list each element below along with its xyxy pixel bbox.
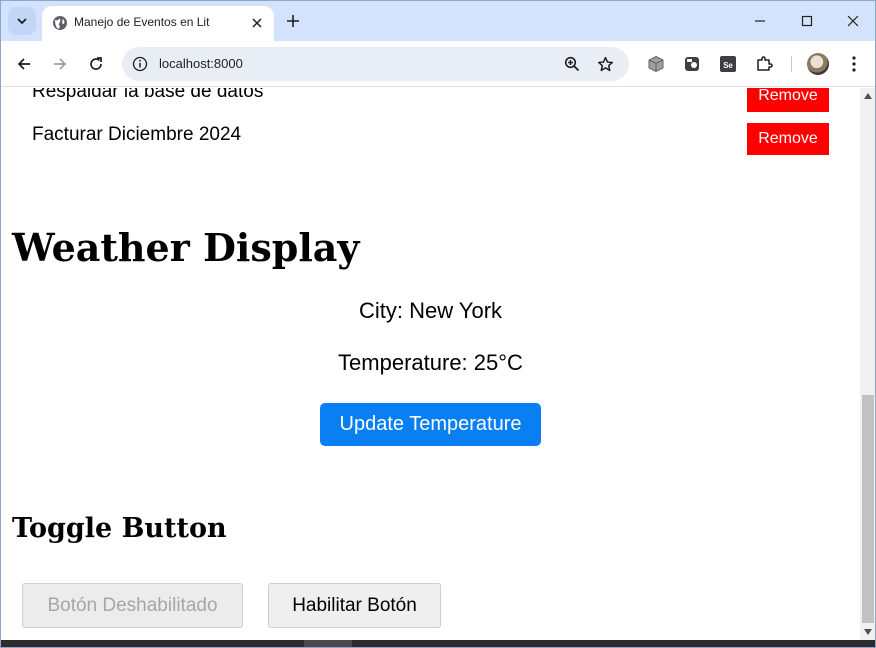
browser-toolbar: localhost:8000 Se bbox=[1, 41, 875, 87]
reload-icon bbox=[90, 57, 102, 70]
arrow-left-icon bbox=[17, 58, 30, 70]
scroll-up-button[interactable] bbox=[860, 88, 875, 104]
todo-item: Respaldar la base de datos Remove bbox=[1, 88, 860, 112]
taskbar-active-item[interactable] bbox=[304, 640, 352, 647]
svg-text:Se: Se bbox=[723, 61, 733, 70]
scroll-thumb[interactable] bbox=[862, 395, 874, 623]
close-window-button[interactable] bbox=[839, 7, 867, 35]
minimize-icon bbox=[755, 20, 765, 22]
enable-button[interactable]: Habilitar Botón bbox=[268, 583, 441, 628]
page-viewport: Respaldar la base de datos Remove Factur… bbox=[1, 88, 860, 640]
tab-close-button[interactable] bbox=[247, 13, 267, 33]
star-icon bbox=[597, 56, 613, 71]
weather-heading: Weather Display bbox=[12, 225, 360, 270]
temperature-text: Temperature: 25°C bbox=[338, 350, 523, 375]
todo-text: Respaldar la base de datos bbox=[32, 88, 264, 102]
chevron-down-icon bbox=[17, 18, 27, 25]
remove-button[interactable]: Remove bbox=[747, 123, 829, 155]
menu-button[interactable] bbox=[843, 53, 865, 75]
update-temperature-button[interactable]: Update Temperature bbox=[320, 403, 541, 446]
site-info-button[interactable] bbox=[130, 54, 150, 74]
maximize-button[interactable] bbox=[793, 7, 821, 35]
plus-icon bbox=[287, 15, 299, 27]
app-extension-icon bbox=[685, 57, 699, 71]
profile-avatar[interactable] bbox=[807, 53, 829, 75]
new-tab-button[interactable] bbox=[281, 9, 305, 33]
triangle-up-icon bbox=[864, 93, 872, 99]
puzzle-icon bbox=[757, 56, 773, 71]
tab-search-button[interactable] bbox=[8, 7, 36, 35]
close-icon bbox=[847, 15, 859, 27]
triangle-down-icon bbox=[864, 629, 872, 635]
reload-button[interactable] bbox=[82, 50, 110, 78]
toggle-heading: Toggle Button bbox=[12, 513, 227, 544]
globe-icon bbox=[53, 16, 67, 30]
todo-item: Facturar Diciembre 2024 Remove bbox=[1, 122, 860, 156]
cube-icon bbox=[648, 55, 664, 73]
info-icon bbox=[132, 56, 148, 72]
active-tab[interactable]: Manejo de Eventos en Lit bbox=[42, 6, 274, 41]
extensions-button[interactable] bbox=[753, 53, 775, 75]
selenium-icon: Se bbox=[720, 56, 736, 72]
forward-button[interactable] bbox=[46, 50, 74, 78]
minimize-button[interactable] bbox=[746, 7, 774, 35]
toolbar-separator bbox=[791, 56, 792, 72]
extension-puzzle-app[interactable] bbox=[681, 53, 703, 75]
kebab-menu-icon bbox=[852, 56, 856, 72]
remove-button[interactable]: Remove bbox=[747, 88, 829, 112]
address-bar[interactable]: localhost:8000 bbox=[122, 47, 629, 81]
maximize-icon bbox=[801, 15, 813, 27]
taskbar bbox=[1, 640, 875, 647]
url-text: localhost:8000 bbox=[159, 56, 243, 71]
back-button[interactable] bbox=[10, 50, 38, 78]
zoom-in-icon bbox=[564, 56, 580, 72]
tab-strip: Manejo de Eventos en Lit bbox=[1, 1, 875, 41]
city-text: City: New York bbox=[358, 298, 503, 323]
extension-cube[interactable] bbox=[645, 53, 667, 75]
zoom-button[interactable] bbox=[562, 54, 582, 74]
bookmark-button[interactable] bbox=[595, 54, 615, 74]
arrow-right-icon bbox=[54, 58, 67, 70]
close-icon bbox=[252, 18, 262, 28]
browser-window: Manejo de Eventos en Lit localhost:8000 … bbox=[0, 0, 876, 648]
scroll-down-button[interactable] bbox=[860, 624, 875, 640]
disabled-button: Botón Deshabilitado bbox=[22, 583, 243, 628]
tab-title: Manejo de Eventos en Lit bbox=[74, 15, 210, 29]
extension-selenium[interactable]: Se bbox=[717, 53, 739, 75]
vertical-scrollbar[interactable] bbox=[860, 88, 875, 640]
todo-text: Facturar Diciembre 2024 bbox=[32, 124, 242, 145]
